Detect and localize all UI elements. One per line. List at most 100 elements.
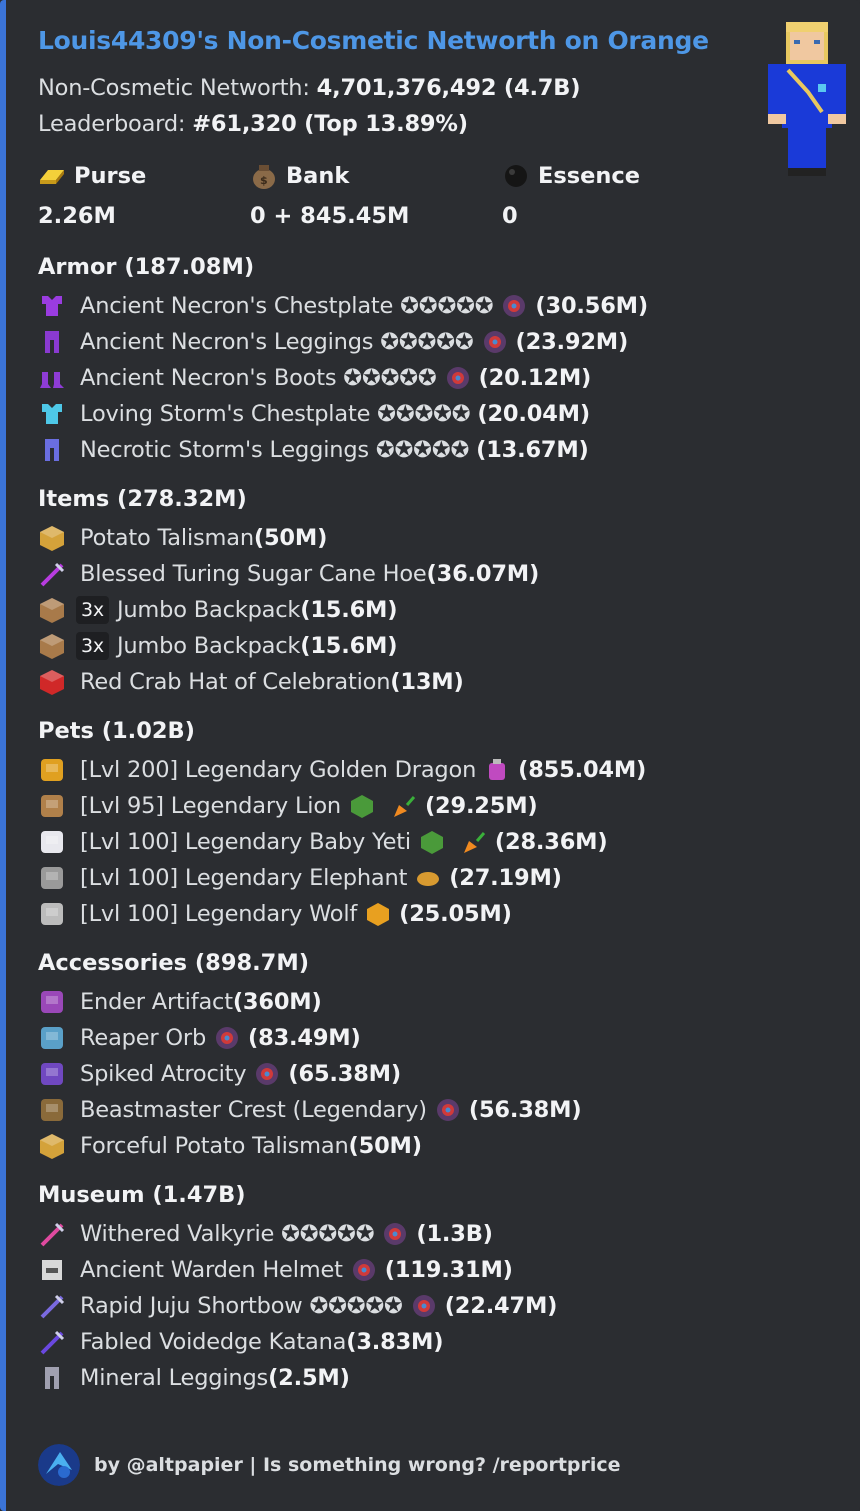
list-item: Fabled Voidedge Katana (3.83M) — [38, 1324, 860, 1360]
spiked-atrocity-icon — [41, 1063, 63, 1085]
carrot-icon — [463, 832, 486, 853]
item-price: (360M) — [232, 989, 322, 1015]
item-price: (29.25M) — [424, 793, 538, 819]
money-bag-icon: $ — [253, 165, 275, 189]
item-name: Loving Storm's Chestplate ✪✪✪✪✪ — [80, 401, 471, 427]
item-name: Ancient Necron's Boots ✪✪✪✪✪ — [80, 365, 437, 391]
helmet-icon — [42, 1260, 62, 1280]
sections-container: Armor (187.08M) Ancient Necron's Chestpla… — [38, 246, 860, 1396]
item-price: (15.6M) — [300, 633, 398, 659]
black-orb-icon — [505, 165, 527, 187]
recombobulator-icon — [436, 1099, 459, 1121]
item-name: Ancient Necron's Leggings ✪✪✪✪✪ — [80, 329, 474, 355]
recombobulator-icon — [256, 1063, 279, 1085]
networth-line: Non-Cosmetic Networth: 4,701,376,492 (4.… — [38, 70, 860, 106]
item-price: (1.3B) — [416, 1221, 493, 1247]
backpack-icon — [40, 598, 64, 623]
pet-item-icon — [367, 903, 390, 926]
bow-icon — [40, 1294, 65, 1319]
section-armor: Armor (187.08M) Ancient Necron's Chestpla… — [38, 246, 860, 468]
section-title: Accessories (898.7M) — [38, 950, 310, 976]
pet-item-icon — [489, 759, 506, 780]
item-name: Ender Artifact — [80, 989, 233, 1015]
list-item: Ancient Warden Helmet (119.31M) — [38, 1252, 860, 1288]
embed-title-link[interactable]: Louis44309's Non-Cosmetic Networth on Or… — [38, 24, 860, 62]
potato-talisman-icon — [40, 1134, 64, 1159]
list-item: [Lvl 100] Legendary Baby Yeti (28.36M) — [38, 824, 860, 860]
footer-text: by @altpapier | Is something wrong? /rep… — [94, 1454, 621, 1476]
networth-value: 4,701,376,492 (4.7B) — [316, 75, 581, 101]
list-item: Ancient Necron's Boots ✪✪✪✪✪ (20.12M) — [38, 360, 860, 396]
networth-embed: Louis44309's Non-Cosmetic Networth on Or… — [0, 0, 860, 1511]
item-name: [Lvl 100] Legendary Wolf — [80, 901, 358, 927]
item-price: (2.5M) — [268, 1365, 350, 1391]
item-name: [Lvl 95] Legendary Lion — [80, 793, 341, 819]
pet-item-icon — [420, 831, 443, 854]
item-price: (119.31M) — [384, 1257, 513, 1283]
list-item: [Lvl 100] Legendary Elephant (27.19M) — [38, 860, 860, 896]
item-price: (13M) — [390, 669, 464, 695]
section-items: Items (278.32M) Potato Talisman (50M) Bles… — [38, 478, 860, 700]
item-name: Potato Talisman — [80, 525, 254, 551]
item-name: Jumbo Backpack — [116, 633, 301, 659]
gold-ingot-icon — [40, 170, 64, 184]
item-price: (56.38M) — [468, 1097, 582, 1123]
recombobulator-icon — [384, 1223, 407, 1245]
stats-row: Purse 2.26M $ Bank 0 + 845.45M Essence 0 — [38, 156, 860, 236]
stat-bank-label: Bank — [286, 163, 350, 189]
svg-text:$: $ — [260, 174, 268, 187]
recombobulator-icon — [216, 1027, 239, 1049]
list-item: Necrotic Storm's Leggings ✪✪✪✪✪ (13.67M) — [38, 432, 860, 468]
recombobulator-icon — [483, 331, 506, 353]
list-item: Blessed Turing Sugar Cane Hoe (36.07M) — [38, 556, 860, 592]
item-name: Blessed Turing Sugar Cane Hoe — [80, 561, 427, 587]
item-name: Jumbo Backpack — [116, 597, 301, 623]
item-price: (3.83M) — [346, 1329, 444, 1355]
crab-hat-icon — [40, 670, 64, 695]
list-item: Spiked Atrocity (65.38M) — [38, 1056, 860, 1092]
item-price: (30.56M) — [535, 293, 648, 319]
section-title: Museum (1.47B) — [38, 1182, 246, 1208]
item-name: Ancient Warden Helmet — [80, 1257, 343, 1283]
boots-icon — [40, 372, 64, 388]
item-price: (23.92M) — [515, 329, 629, 355]
quantity-badge: 3x — [76, 596, 109, 624]
list-item: Red Crab Hat of Celebration (13M) — [38, 664, 860, 700]
leaderboard-line: Leaderboard: #61,320 (Top 13.89%) — [38, 106, 860, 142]
list-item: Mineral Leggings (2.5M) — [38, 1360, 860, 1396]
stat-purse-value: 2.26M — [38, 203, 116, 229]
item-price: (25.05M) — [399, 901, 512, 927]
leaderboard-label: Leaderboard: — [38, 111, 193, 137]
item-price: (855.04M) — [518, 757, 647, 783]
list-item: Loving Storm's Chestplate ✪✪✪✪✪ (20.04M) — [38, 396, 860, 432]
quantity-badge: 3x — [76, 632, 109, 660]
sword-icon — [40, 1222, 65, 1247]
leaderboard-value: #61,320 (Top 13.89%) — [192, 111, 468, 137]
stat-purse-label: Purse — [74, 163, 147, 189]
ender-artifact-icon — [41, 991, 63, 1013]
section-title: Pets (1.02B) — [38, 718, 195, 744]
item-price: (22.47M) — [444, 1293, 558, 1319]
item-name: Ancient Necron's Chestplate ✪✪✪✪✪ — [80, 293, 494, 319]
item-name: Forceful Potato Talisman — [80, 1133, 349, 1159]
list-item: 3x Jumbo Backpack (15.6M) — [38, 628, 860, 664]
section-accessories: Accessories (898.7M) Ender Artifact (360M… — [38, 942, 860, 1164]
footer-avatar — [38, 1444, 80, 1486]
item-name: [Lvl 100] Legendary Baby Yeti — [80, 829, 411, 855]
list-item: Withered Valkyrie ✪✪✪✪✪ (1.3B) — [38, 1216, 860, 1252]
item-price: (15.6M) — [300, 597, 398, 623]
backpack-icon — [40, 634, 64, 659]
chestplate-icon — [42, 404, 62, 424]
item-price: (83.49M) — [248, 1025, 361, 1051]
stat-purse: Purse 2.26M — [38, 156, 250, 236]
beastmaster-crest-icon — [41, 1099, 63, 1121]
item-name: Mineral Leggings — [80, 1365, 269, 1391]
pet-item-icon — [417, 872, 440, 886]
item-name: Necrotic Storm's Leggings ✪✪✪✪✪ — [80, 437, 470, 463]
item-name: Rapid Juju Shortbow ✪✪✪✪✪ — [80, 1293, 403, 1319]
recombobulator-icon — [503, 295, 526, 317]
recombobulator-icon — [446, 367, 469, 389]
section-pets: Pets (1.02B) [Lvl 200] Legendary Golden D… — [38, 710, 860, 932]
item-name: Red Crab Hat of Celebration — [80, 669, 391, 695]
leggings-icon — [45, 1367, 59, 1389]
